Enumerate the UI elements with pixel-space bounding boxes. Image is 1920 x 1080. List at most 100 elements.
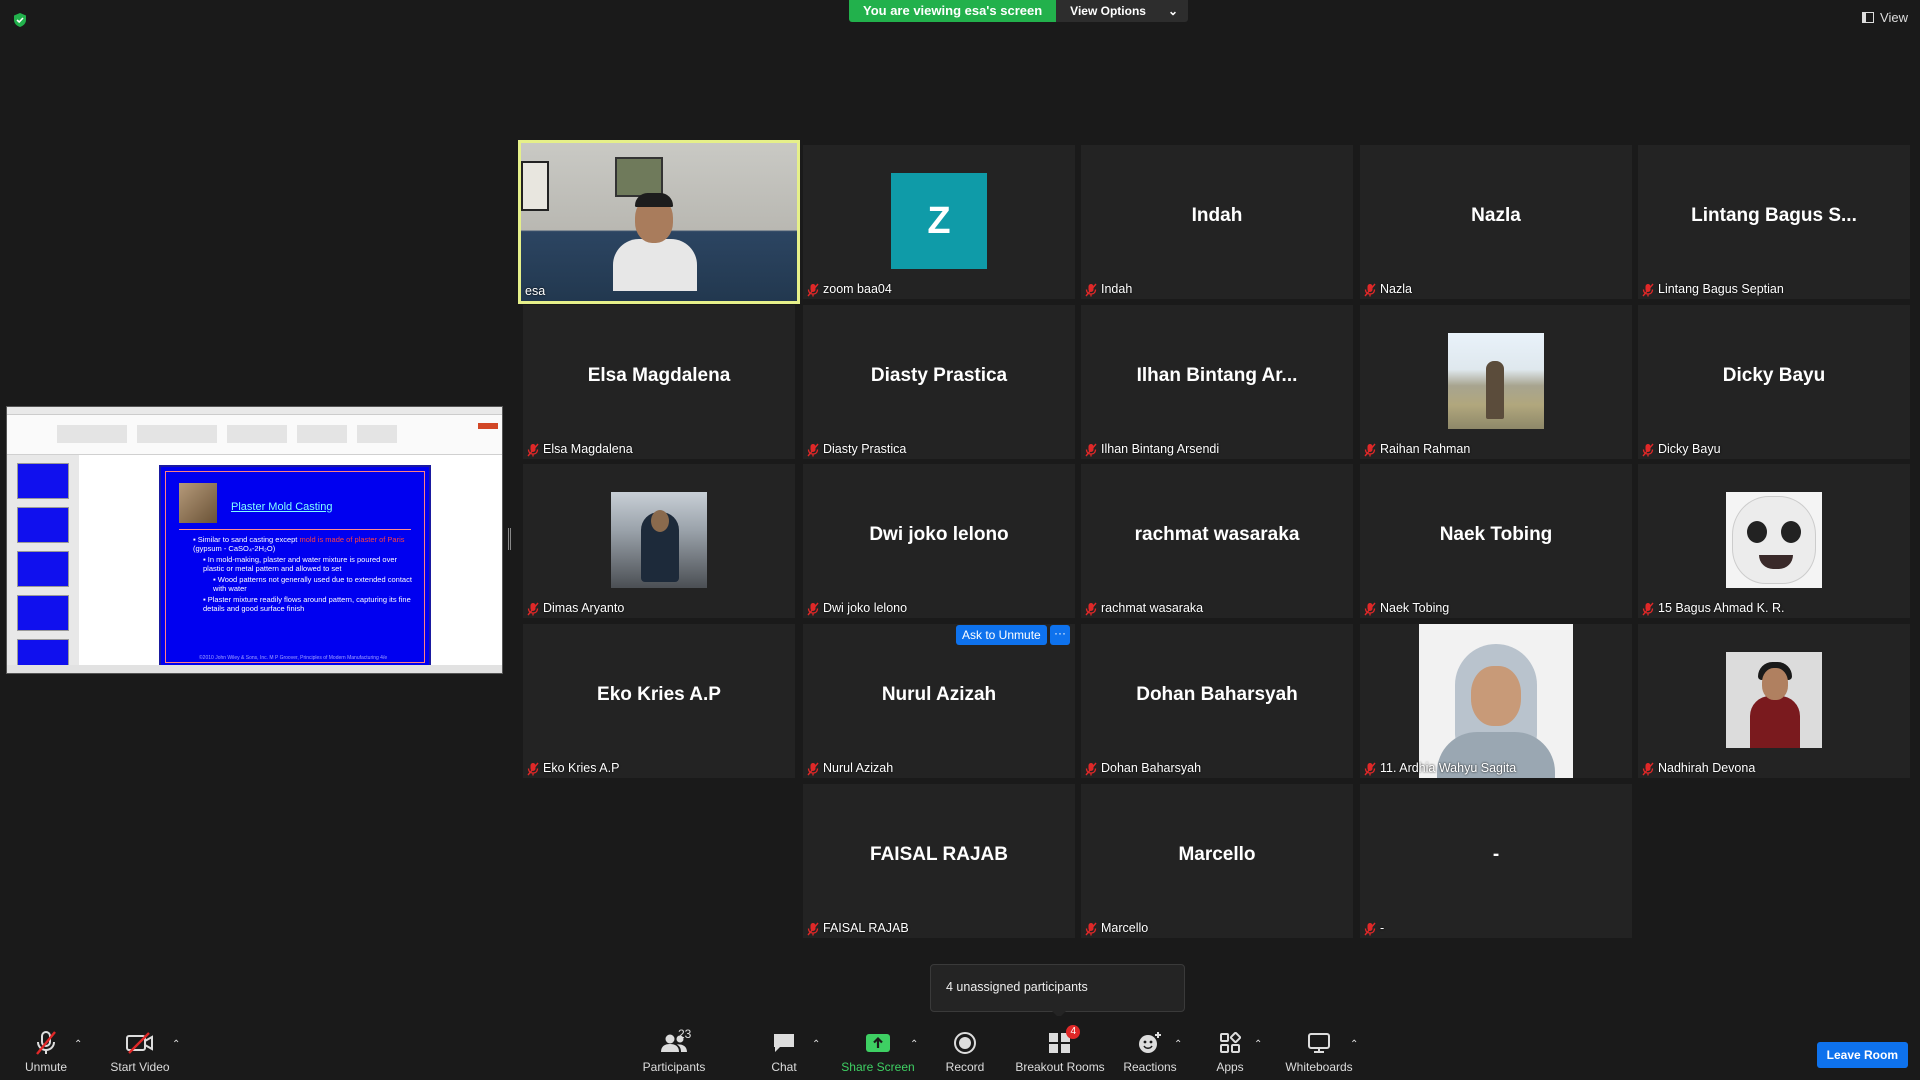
ask-to-unmute-button[interactable]: Ask to Unmute xyxy=(956,625,1047,645)
mic-muted-icon xyxy=(1085,922,1097,935)
mic-muted-icon xyxy=(527,602,539,615)
reactions-options-caret[interactable]: ⌃ xyxy=(1174,1039,1182,1050)
shared-screen-view[interactable]: Plaster Mold Casting ▪ Similar to sand c… xyxy=(6,406,503,674)
participant-name: 15 Bagus Ahmad K. R. xyxy=(1658,601,1785,615)
participant-tile[interactable]: Elsa Magdalena Elsa Magdalena xyxy=(523,305,795,459)
security-shield-icon[interactable] xyxy=(12,12,28,28)
whiteboards-options-caret[interactable]: ⌃ xyxy=(1350,1039,1358,1050)
resize-splitter-handle[interactable] xyxy=(508,528,511,550)
participant-tile[interactable]: Nazla Nazla xyxy=(1360,145,1632,299)
participant-tile[interactable]: Nurul Azizah Nurul Azizah xyxy=(803,624,1075,778)
participant-tile[interactable]: rachmat wasaraka rachmat wasaraka xyxy=(1081,464,1353,618)
participant-display-name: Dohan Baharsyah xyxy=(1136,684,1298,705)
breakout-rooms-button[interactable]: 4 Breakout Rooms xyxy=(1012,1025,1108,1074)
mic-muted-icon xyxy=(1642,762,1654,775)
whiteboard-icon xyxy=(1284,1029,1354,1057)
participant-tile[interactable]: Dicky Bayu Dicky Bayu xyxy=(1638,305,1910,459)
participant-tile[interactable]: Dwi joko lelono Dwi joko lelono xyxy=(803,464,1075,618)
mic-muted-icon xyxy=(527,443,539,456)
reactions-button[interactable]: Reactions xyxy=(1122,1029,1178,1074)
apps-options-caret[interactable]: ⌃ xyxy=(1254,1039,1262,1050)
chat-icon xyxy=(764,1029,804,1057)
view-label: View xyxy=(1880,10,1908,25)
video-options-caret[interactable]: ⌃ xyxy=(172,1039,180,1050)
chat-options-caret[interactable]: ⌃ xyxy=(812,1039,820,1050)
participant-tile[interactable]: 11. Ardhia Wahyu Sagita xyxy=(1360,624,1632,778)
participant-display-name: - xyxy=(1492,844,1500,865)
participant-tile[interactable]: Diasty Prastica Diasty Prastica xyxy=(803,305,1075,459)
participant-tile[interactable]: Raihan Rahman xyxy=(1360,305,1632,459)
participant-name-label: zoom baa04 xyxy=(807,282,892,296)
participant-name-label: Raihan Rahman xyxy=(1364,442,1470,456)
participant-display-name: Eko Kries A.P xyxy=(597,684,721,705)
audio-options-caret[interactable]: ⌃ xyxy=(74,1039,82,1050)
share-options-caret[interactable]: ⌃ xyxy=(910,1039,918,1050)
participant-name-label: Nurul Azizah xyxy=(807,761,893,775)
participants-button[interactable]: 23 Participants xyxy=(640,1027,708,1074)
record-label: Record xyxy=(945,1060,985,1074)
participant-tile[interactable]: Dohan Baharsyah Dohan Baharsyah xyxy=(1081,624,1353,778)
participant-name-label: 11. Ardhia Wahyu Sagita xyxy=(1364,761,1516,775)
participant-tile[interactable]: Eko Kries A.P Eko Kries A.P xyxy=(523,624,795,778)
participant-tile[interactable]: Ilhan Bintang Ar... Ilhan Bintang Arsendi xyxy=(1081,305,1353,459)
start-video-button[interactable]: Start Video xyxy=(106,1029,174,1074)
participants-count: 23 xyxy=(678,1027,692,1041)
view-button[interactable]: View xyxy=(1862,10,1908,25)
participant-display-name: Diasty Prastica xyxy=(870,365,1008,386)
participant-name: zoom baa04 xyxy=(823,282,892,296)
profile-photo xyxy=(1448,333,1544,429)
participant-tile[interactable]: 15 Bagus Ahmad K. R. xyxy=(1638,464,1910,618)
participant-name: Nazla xyxy=(1380,282,1412,296)
participant-tile[interactable]: Indah Indah xyxy=(1081,145,1353,299)
share-screen-button[interactable]: Share Screen xyxy=(838,1029,918,1074)
participant-tile[interactable]: Nadhirah Devona xyxy=(1638,624,1910,778)
participant-name-label: - xyxy=(1364,921,1384,935)
participant-name: Diasty Prastica xyxy=(823,442,907,456)
chat-button[interactable]: Chat xyxy=(764,1029,804,1074)
participant-tile[interactable]: Dimas Aryanto xyxy=(523,464,795,618)
leave-room-button[interactable]: Leave Room xyxy=(1816,1042,1908,1068)
slide-thumbnails-panel xyxy=(7,455,79,673)
slide-thumbnail xyxy=(17,595,69,631)
participant-name: FAISAL RAJAB xyxy=(823,921,909,935)
participant-tile[interactable]: Zzoom baa04 xyxy=(803,145,1075,299)
mic-muted-icon xyxy=(1364,762,1376,775)
grid-view-icon xyxy=(1862,12,1875,23)
participant-tile[interactable]: -- xyxy=(1360,784,1632,938)
breakout-rooms-icon: 4 xyxy=(1012,1025,1108,1057)
participant-name: Eko Kries A.P xyxy=(543,761,620,775)
participant-tile[interactable]: Lintang Bagus S... Lintang Bagus Septian xyxy=(1638,145,1910,299)
participant-tile[interactable]: Naek Tobing Naek Tobing xyxy=(1360,464,1632,618)
participant-display-name: Dwi joko lelono xyxy=(869,524,1009,545)
record-button[interactable]: Record xyxy=(940,1029,990,1074)
participant-video xyxy=(521,143,797,301)
apps-button[interactable]: Apps xyxy=(1212,1029,1248,1074)
ppt-statusbar xyxy=(7,665,502,673)
participant-display-name: FAISAL RAJAB xyxy=(870,844,1008,865)
slide-footer: ©2010 John Wiley & Sons, Inc. M P Groove… xyxy=(199,655,388,661)
participant-display-name: Marcello xyxy=(1178,844,1256,865)
unmute-button[interactable]: Unmute xyxy=(22,1029,70,1074)
profile-photo xyxy=(1726,492,1822,588)
participants-label: Participants xyxy=(642,1060,706,1074)
view-options-button[interactable]: View Options ⌄ xyxy=(1056,0,1189,22)
participant-display-name: Dicky Bayu xyxy=(1722,365,1826,386)
whiteboards-button[interactable]: Whiteboards xyxy=(1284,1029,1354,1074)
participant-tile[interactable]: Marcello Marcello xyxy=(1081,784,1353,938)
participant-name-label: Dohan Baharsyah xyxy=(1085,761,1201,775)
participant-name-label: rachmat wasaraka xyxy=(1085,601,1203,615)
participant-display-name: Lintang Bagus S... xyxy=(1691,205,1857,226)
chat-label: Chat xyxy=(771,1060,797,1074)
unassigned-participants-tooltip: 4 unassigned participants xyxy=(930,964,1185,1012)
view-options-label: View Options xyxy=(1070,4,1146,18)
mic-muted-icon xyxy=(1085,283,1097,296)
participant-name-label: Naek Tobing xyxy=(1364,601,1449,615)
more-options-button[interactable]: ··· xyxy=(1050,625,1070,645)
mic-muted-icon xyxy=(1364,602,1376,615)
mic-muted-icon xyxy=(1642,602,1654,615)
apps-icon xyxy=(1212,1029,1248,1057)
participant-tile[interactable]: esa xyxy=(518,140,800,304)
mic-muted-icon xyxy=(22,1029,70,1057)
slide-thumbnail xyxy=(17,463,69,499)
participant-tile[interactable]: FAISAL RAJAB FAISAL RAJAB xyxy=(803,784,1075,938)
